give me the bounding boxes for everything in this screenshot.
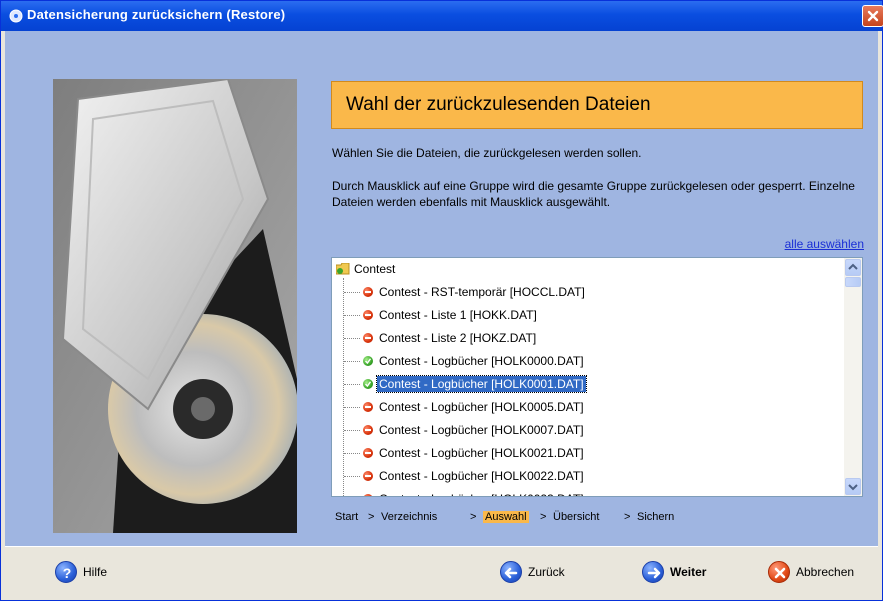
cancel-icon [768, 561, 790, 583]
tree-connector [344, 476, 360, 477]
tree-item-label: Contest - Liste 2 [HOKZ.DAT] [379, 331, 537, 345]
tree-item-label: Contest - Logbücher [HOLK0021.DAT] [379, 446, 584, 460]
folder-icon [336, 263, 350, 275]
step-auswahl: Auswahl [483, 511, 529, 523]
page-heading: Wahl der zurückzulesenden Dateien [346, 94, 651, 115]
restore-blocked-icon[interactable] [363, 448, 373, 458]
restore-blocked-icon[interactable] [363, 333, 373, 343]
tree-item-label: Contest - RST-temporär [HOCCL.DAT] [379, 285, 585, 299]
next-label: Weiter [670, 565, 707, 579]
description-text: Durch Mausklick auf eine Gruppe wird die… [332, 179, 855, 209]
svg-text:?: ? [63, 565, 72, 581]
step-separator: > [624, 511, 631, 523]
vertical-scrollbar[interactable] [844, 258, 862, 496]
tree-item[interactable]: Contest - Logbücher [HOLK0022.DAT] [332, 466, 812, 486]
restore-blocked-icon[interactable] [363, 310, 373, 320]
scroll-thumb[interactable] [845, 277, 861, 287]
wizard-steps: Start > Verzeichnis > Auswahl > Übersich… [331, 509, 863, 529]
window-title: Datensicherung zurücksichern (Restore) [27, 7, 286, 22]
tree-connector [344, 430, 360, 431]
restore-blocked-icon[interactable] [363, 471, 373, 481]
tree-item[interactable]: Contest - Liste 1 [HOKK.DAT] [332, 305, 812, 325]
step-uebersicht: Übersicht [553, 511, 600, 523]
step-separator: > [540, 511, 547, 523]
tree-root-label: Contest [354, 262, 396, 276]
restore-blocked-icon[interactable] [363, 402, 373, 412]
tree-connector [344, 315, 360, 316]
file-tree[interactable]: Contest Contest - RST-temporär [HOCCL.DA… [331, 257, 863, 497]
help-icon: ? [55, 561, 77, 583]
back-label: Zurück [528, 565, 565, 579]
tree-item[interactable]: Contest - Logbücher [HOLK0000.DAT] [332, 351, 812, 371]
tree-item[interactable]: Contest - Logbücher [HOLK0021.DAT] [332, 443, 812, 463]
restore-blocked-icon[interactable] [363, 287, 373, 297]
step-separator: > [368, 511, 375, 523]
tree-connector [344, 292, 360, 293]
cd-case-image [53, 79, 297, 533]
close-icon [867, 10, 879, 22]
select-all-link[interactable]: alle auswählen [785, 237, 864, 251]
close-button[interactable] [862, 5, 883, 27]
tree-connector [344, 361, 360, 362]
tree-item-label: Contest - Logbücher [HOLK0005.DAT] [379, 400, 584, 414]
step-sichern: Sichern [637, 511, 675, 523]
tree-connector [344, 407, 360, 408]
instruction-text: Wählen Sie die Dateien, die zurückgelese… [332, 146, 642, 160]
restore-enabled-icon[interactable] [363, 379, 373, 389]
arrow-right-icon [642, 561, 664, 583]
page-heading-box: Wahl der zurückzulesenden Dateien [331, 81, 863, 129]
help-label: Hilfe [83, 565, 108, 579]
restore-blocked-icon[interactable] [363, 494, 373, 496]
tree-item-label: Contest - Logbücher [HOLK0022.DAT] [379, 469, 584, 483]
step-verzeichnis: Verzeichnis [381, 511, 438, 523]
tree-item[interactable]: Contest - Logbücher [HOLK0023.DAT] [332, 489, 812, 496]
scroll-down-button[interactable] [845, 478, 861, 495]
tree-connector [344, 384, 360, 385]
tree-connector [344, 453, 360, 454]
tree-connector [344, 338, 360, 339]
footer-bar: ? Hilfe Zurück Weiter Abbrechen [5, 546, 878, 599]
tree-item-label: Contest - Liste 1 [HOKK.DAT] [379, 308, 537, 322]
chevron-up-icon [848, 263, 858, 270]
scroll-up-button[interactable] [845, 259, 861, 276]
restore-blocked-icon[interactable] [363, 425, 373, 435]
step-start: Start [335, 511, 359, 523]
step-separator: > [470, 511, 477, 523]
app-icon [9, 9, 23, 23]
chevron-down-icon [848, 484, 858, 491]
tree-item-label: Contest - Logbücher [HOLK0000.DAT] [379, 354, 584, 368]
tree-item-label: Contest - Logbücher [HOLK0023.DAT] [377, 491, 586, 496]
tree-item[interactable]: Contest - RST-temporär [HOCCL.DAT] [332, 282, 812, 302]
restore-enabled-icon[interactable] [363, 356, 373, 366]
tree-item[interactable]: Contest - Logbücher [HOLK0001.DAT] [332, 374, 812, 394]
tree-item-label: Contest - Logbücher [HOLK0001.DAT] [376, 375, 587, 393]
tree-item[interactable]: Contest - Logbücher [HOLK0005.DAT] [332, 397, 812, 417]
restore-dialog: Datensicherung zurücksichern (Restore) W… [0, 0, 883, 601]
tree-item-label: Contest - Logbücher [HOLK0007.DAT] [379, 423, 584, 437]
tree-item[interactable]: Contest - Liste 2 [HOKZ.DAT] [332, 328, 812, 348]
title-bar: Datensicherung zurücksichern (Restore) [1, 1, 883, 31]
arrow-left-icon [500, 561, 522, 583]
tree-item[interactable]: Contest - Logbücher [HOLK0007.DAT] [332, 420, 812, 440]
cancel-label: Abbrechen [796, 565, 855, 579]
